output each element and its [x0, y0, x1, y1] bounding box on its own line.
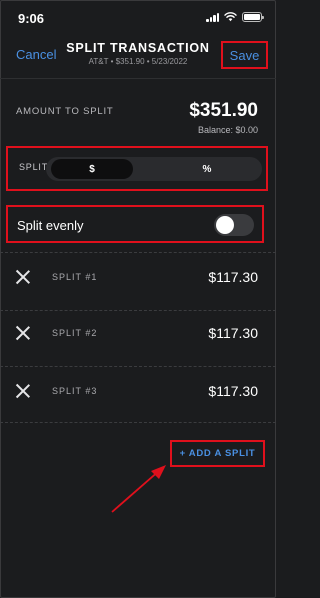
annotation-arrow: [111, 465, 166, 513]
